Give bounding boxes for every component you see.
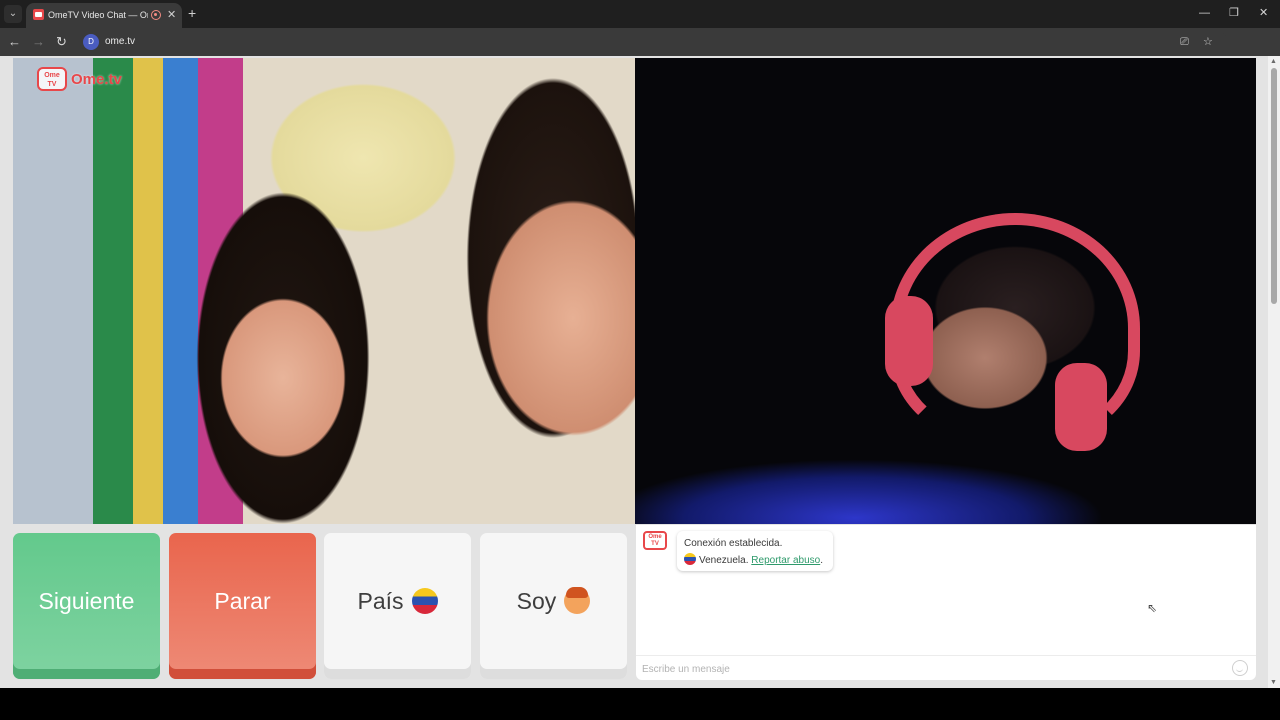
- site-info-icon[interactable]: D: [83, 34, 99, 50]
- address-bar[interactable]: D ome.tv ⎚ ☆: [80, 31, 1228, 53]
- next-button-label: Siguiente: [38, 588, 135, 614]
- tab-close-icon[interactable]: ✕: [167, 8, 176, 22]
- reload-button[interactable]: ↻: [56, 34, 67, 50]
- local-video-feed: Ome TV Ome.tv: [13, 58, 635, 524]
- gender-button-label: Soy: [516, 588, 557, 614]
- country-button-label: País: [357, 588, 404, 614]
- window-close-button[interactable]: ✕: [1259, 6, 1268, 20]
- stop-button-label: Parar: [214, 588, 271, 614]
- cast-icon[interactable]: ⎚: [1180, 35, 1189, 49]
- boy-face-icon: [564, 587, 591, 614]
- chat-input-bar: [636, 655, 1256, 680]
- chat-panel: Ome TV Conexión establecida. Venezuela. …: [636, 525, 1256, 680]
- ometv-tv-icon: Ome TV: [37, 67, 67, 91]
- venezuela-flag-icon: [684, 553, 696, 565]
- window-restore-button[interactable]: ❐: [1229, 6, 1239, 20]
- remote-video-feed: [635, 58, 1256, 524]
- partner-country-line: Venezuela. Reportar abuso.: [684, 553, 823, 566]
- browser-toolbar: ← → ↻ D ome.tv ⎚ ☆ ⚇ ⋮: [0, 28, 1280, 76]
- bottom-black-strip: [0, 688, 1280, 720]
- connection-message: Conexión establecida.: [684, 538, 783, 549]
- ometv-favicon-icon: [33, 9, 44, 20]
- partner-country: Venezuela.: [699, 555, 749, 566]
- report-suffix: .: [820, 555, 823, 566]
- next-button[interactable]: Siguiente: [13, 533, 160, 679]
- message-input[interactable]: [642, 661, 1222, 677]
- stop-button[interactable]: Parar: [169, 533, 316, 679]
- scrollbar-thumb[interactable]: [1271, 68, 1277, 304]
- country-filter-button[interactable]: País: [324, 533, 471, 679]
- system-message-bubble: Conexión establecida. Venezuela. Reporta…: [677, 531, 833, 571]
- url-text[interactable]: ome.tv: [105, 36, 135, 48]
- scroll-up-arrow-icon[interactable]: ▲: [1270, 58, 1277, 65]
- new-tab-button[interactable]: +: [188, 5, 196, 21]
- page-scrollbar[interactable]: ▲ ▼: [1268, 56, 1280, 688]
- window-minimize-button[interactable]: —: [1199, 6, 1210, 20]
- chevron-down-icon: ⌄: [8, 8, 18, 19]
- logo-text: Ome.tv: [71, 71, 122, 88]
- tab-title: OmeTV Video Chat — Ome: [48, 10, 148, 20]
- browser-tab-bar: ⌄ OmeTV Video Chat — Ome ✕ + — ❐ ✕: [0, 0, 1280, 28]
- mouse-cursor-icon: ⇖: [1147, 601, 1158, 615]
- venezuela-flag-icon: [411, 588, 438, 614]
- tab-list-button[interactable]: ⌄: [4, 5, 22, 23]
- gender-button[interactable]: Soy: [480, 533, 627, 679]
- back-button[interactable]: ←: [8, 34, 21, 50]
- forward-button[interactable]: →: [32, 34, 45, 50]
- emoji-icon[interactable]: [1232, 660, 1248, 676]
- headphone-ear-right: [1055, 363, 1107, 451]
- recording-indicator-icon: [151, 10, 161, 20]
- headphone-ear-left: [885, 296, 933, 386]
- report-abuse-link[interactable]: Reportar abuso: [751, 555, 820, 566]
- ometv-page: Ome TV Ome.tv Siguiente Parar País Soy O…: [0, 56, 1268, 688]
- browser-tab[interactable]: OmeTV Video Chat — Ome ✕: [26, 3, 182, 28]
- scroll-down-arrow-icon[interactable]: ▼: [1270, 679, 1277, 686]
- bookmark-star-icon[interactable]: ☆: [1203, 35, 1213, 49]
- ometv-avatar-icon: Ome TV: [643, 531, 667, 550]
